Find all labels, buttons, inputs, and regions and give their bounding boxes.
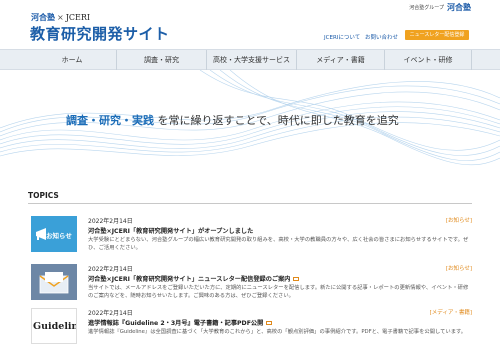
hero-banner: 調査・研究・実践 を常に繰り返すことで、時代に即した教育を追究 [0, 70, 500, 177]
nav-item-research[interactable]: 調査・研究 [116, 50, 206, 71]
topic-date: 2022年2月14日 [88, 310, 133, 317]
about-jceri-link[interactable]: JCERIについて [324, 33, 360, 41]
thumb-label: お知らせ [46, 232, 72, 240]
nav-item-media-books[interactable]: メディア・書籍 [296, 50, 384, 71]
external-link-icon [293, 277, 300, 281]
topic-title-text: 河合塾×JCERI「教育研究開発サイト」ニュースレター配信登録のご案内 [88, 276, 291, 283]
contact-link[interactable]: お問い合わせ [365, 33, 398, 41]
brand-separator: × [57, 13, 64, 22]
topic-category[interactable]: [お知らせ] [446, 216, 472, 224]
topic-thumbnail[interactable]: お知らせ [31, 216, 77, 252]
topic-title-text: 進学情報誌『Guideline 2・3月号』電子書籍・記事PDF公開 [88, 320, 264, 327]
hero-tagline: 調査・研究・実践 を常に繰り返すことで、時代に即した教育を追究 [66, 112, 399, 128]
topic-category[interactable]: [メディア・書籍] [430, 308, 472, 316]
nav-item-support-services[interactable]: 高校・大学支援サービス [206, 50, 296, 71]
kawaijuku-logo-text: 河合塾 [31, 13, 55, 22]
topic-title[interactable]: 河合塾×JCERI「教育研究開発サイト」ニュースレター配信登録のご案内 [88, 274, 300, 283]
topic-date: 2022年2月14日 [88, 218, 133, 225]
guideline-magazine-icon: Guideline [33, 321, 76, 332]
topic-item[interactable]: Guideline 2022年2月14日 [メディア・書籍] 進学情報誌『Gui… [31, 308, 472, 345]
hero-tagline-emphasis: 調査・研究・実践 [66, 114, 154, 127]
topic-description: 進学情報誌『Guideline』は全国調査に基づく「大学教育のこれから」と、高校… [88, 329, 467, 335]
envelope-icon [39, 272, 69, 294]
newsletter-signup-button[interactable]: ニュースレター配信登録 [405, 30, 469, 40]
site-title[interactable]: 教育研究開発サイト [30, 23, 170, 44]
topic-title[interactable]: 河合塾×JCERI「教育研究開発サイト」がオープンしました [88, 226, 253, 235]
topic-description: 大学受験にとどまらない、河合塾グループの幅広い教育研究開発の取り組みを、高校・大… [88, 237, 469, 251]
topic-date: 2022年2月14日 [88, 266, 133, 273]
topic-item[interactable]: 2022年2月14日 [お知らせ] 河合塾×JCERI「教育研究開発サイト」ニュ… [31, 264, 472, 304]
hero-tagline-rest: を常に繰り返すことで、時代に即した教育を追究 [157, 114, 399, 127]
topic-title[interactable]: 進学情報誌『Guideline 2・3月号』電子書籍・記事PDF公開 [88, 318, 273, 327]
external-link-icon [266, 321, 273, 325]
site-header: 河合塾 × JCERI 教育研究開発サイト 河合塾グループ 河合塾 JCERIについて… [0, 0, 500, 46]
topic-category[interactable]: [お知らせ] [446, 264, 472, 272]
topic-description: 当サイトでは、メールアドレスをご登録いただいた方に、定期的にニュースレターを配信… [88, 285, 469, 299]
brand-logo[interactable]: 河合塾 × JCERI [31, 12, 90, 23]
topic-item[interactable]: お知らせ 2022年2月14日 [お知らせ] 河合塾×JCERI「教育研究開発サ… [31, 216, 472, 254]
nav-item-home[interactable]: ホーム [28, 50, 116, 71]
nav-item-events[interactable]: イベント・研修 [384, 50, 472, 71]
topic-title-text: 河合塾×JCERI「教育研究開発サイト」がオープンしました [88, 228, 254, 235]
topic-thumbnail[interactable]: Guideline [31, 308, 77, 344]
topic-thumbnail[interactable] [31, 264, 77, 300]
jceri-logo-text: JCERI [65, 13, 91, 22]
topics-header: TOPICS [28, 190, 472, 204]
group-logo: 河合塾 [447, 3, 471, 12]
topics-title: TOPICS [28, 191, 59, 200]
group-label[interactable]: 河合塾グループ 河合塾 [409, 2, 471, 13]
global-nav: ホーム 調査・研究 高校・大学支援サービス メディア・書籍 イベント・研修 [0, 49, 500, 71]
group-label-text: 河合塾グループ [409, 5, 444, 11]
